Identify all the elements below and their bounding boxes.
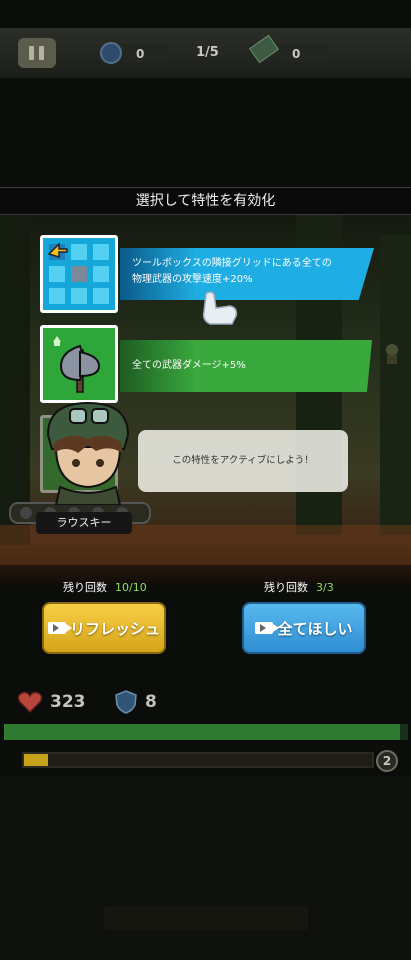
take-all-button[interactable]: 全てほしい (242, 602, 366, 654)
trait-text: 全ての武器ダメージ+5% (132, 360, 246, 371)
xp-bar (22, 752, 374, 768)
coin-count: 0 (136, 47, 145, 61)
xp-bar-fill (24, 754, 49, 766)
refresh-remaining: 残り回数 10/10 (63, 579, 147, 595)
take-all-remaining-count: 3/3 (316, 581, 334, 594)
take-all-remaining-label: 残り回数 (264, 581, 308, 594)
armor-value: 8 (145, 692, 157, 712)
cash-icon (249, 34, 279, 64)
trait-description-axe[interactable]: 全ての武器ダメージ+5% (120, 340, 372, 392)
trait-text-line2: 物理武器の攻撃速度+20% (132, 274, 253, 285)
coin-counter (124, 44, 168, 62)
tree-trunk (380, 235, 411, 535)
enemy-soldier-icon (386, 344, 398, 364)
hp-bar-fill (4, 724, 400, 740)
wave-counter: 1/5 (196, 45, 219, 60)
pause-icon (39, 46, 44, 60)
top-bar: 0 1/5 0 (0, 28, 411, 78)
cash-count: 0 (292, 47, 301, 61)
character-name-tag: ラウスキー (36, 512, 132, 534)
hp-bar (4, 724, 408, 740)
tutorial-speech-bubble: この特性をアクティブにしよう！ (138, 430, 348, 492)
video-ad-icon (255, 622, 280, 634)
trait-card-toolbox[interactable] (40, 235, 118, 313)
trait-selection-banner: 選択して特性を有効化 (0, 187, 411, 215)
coin-icon (100, 42, 122, 64)
cash-counter (280, 44, 328, 62)
toolbox-grid-icon (47, 242, 68, 259)
trait-text-line1: ツールボックスの隣接グリッドにある全ての (132, 258, 332, 269)
hp-value: 323 (50, 692, 86, 712)
refresh-button[interactable]: リフレッシュ (42, 602, 166, 654)
guide-character-avatar (46, 401, 130, 505)
trait-description-toolbox[interactable]: ツールボックスの隣接グリッドにある全ての 物理武器の攻撃速度+20% (120, 248, 374, 300)
refresh-remaining-count: 10/10 (115, 581, 147, 594)
video-ad-icon (47, 622, 72, 634)
level-badge: 2 (376, 750, 398, 772)
refresh-button-label: リフレッシュ (69, 619, 160, 638)
pause-icon (29, 46, 34, 60)
inventory-slot[interactable] (104, 906, 308, 930)
shield-icon (115, 690, 137, 714)
tutorial-hand-icon (202, 291, 238, 325)
heart-icon (17, 691, 43, 714)
pause-button[interactable] (18, 38, 56, 68)
inventory-panel (0, 776, 411, 960)
refresh-remaining-label: 残り回数 (63, 581, 107, 594)
trait-card-axe[interactable] (40, 325, 118, 403)
take-all-button-label: 全てほしい (277, 619, 353, 638)
axe-icon (53, 336, 101, 393)
take-all-remaining: 残り回数 3/3 (264, 579, 334, 595)
